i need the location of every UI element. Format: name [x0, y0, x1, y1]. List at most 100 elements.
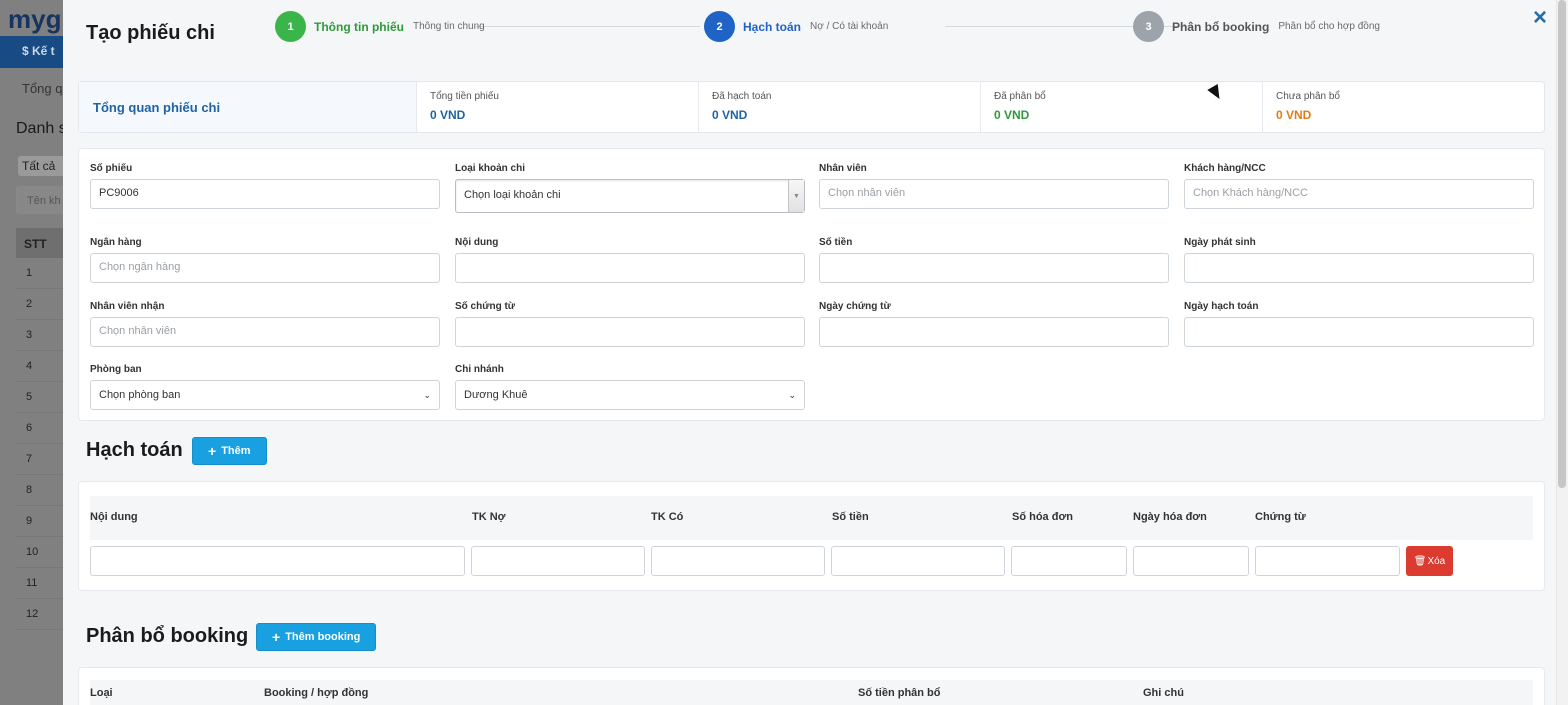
- field-khach-hang: Khách hàng/NCC Chọn Khách hàng/NCC: [1184, 163, 1534, 209]
- col-tk-co: TK Có: [651, 511, 684, 523]
- col-ngay-hoa-don: Ngày hóa đơn: [1133, 511, 1207, 523]
- overview-unallocated-label: Chưa phân bổ: [1276, 91, 1340, 102]
- ngay-phat-sinh-label: Ngày phát sinh: [1184, 237, 1256, 248]
- loai-khoan-chi-label: Loại khoản chi: [455, 163, 526, 174]
- loai-khoan-chi-value: Chọn loại khoản chi: [464, 189, 561, 201]
- field-so-phieu: Số phiếu PC9006: [90, 163, 440, 209]
- step-2-label: Hạch toán: [743, 19, 802, 34]
- delete-row-button[interactable]: 🗑 Xóa: [1406, 546, 1453, 576]
- khach-hang-input[interactable]: Chọn Khách hàng/NCC: [1184, 179, 1534, 209]
- ngan-hang-input[interactable]: Chọn ngân hàng: [90, 253, 440, 283]
- noi-dung-input[interactable]: [455, 253, 805, 283]
- row-tk-no-input[interactable]: [471, 546, 645, 576]
- noi-dung-label: Nội dung: [455, 237, 499, 248]
- ngay-hach-toan-input[interactable]: [1184, 317, 1534, 347]
- phong-ban-value: Chọn phòng ban: [99, 389, 181, 401]
- overview-panel: Tổng quan phiếu chi Tổng tiền phiếu 0 VN…: [78, 81, 1545, 133]
- phong-ban-select[interactable]: Chọn phòng ban ⌄: [90, 380, 440, 410]
- col-booking: Booking / hợp đồng: [264, 687, 369, 699]
- brand-logo: myg: [8, 4, 62, 34]
- chevron-down-icon: ⌄: [788, 389, 796, 400]
- field-chi-nhanh: Chi nhánh Dương Khuê ⌄: [455, 364, 805, 410]
- khach-hang-label: Khách hàng/NCC: [1184, 163, 1266, 174]
- chevron-down-icon: ⌄: [423, 389, 431, 400]
- overview-accounted: Đã hạch toán 0 VND: [699, 82, 981, 132]
- hach-toan-title: Hạch toán: [86, 439, 183, 461]
- step-3-circle: 3: [1133, 11, 1164, 42]
- nhan-vien-input[interactable]: Chọn nhân viên: [819, 179, 1169, 209]
- overview-title: Tổng quan phiếu chi: [79, 82, 417, 132]
- field-phong-ban: Phòng ban Chọn phòng ban ⌄: [90, 364, 440, 410]
- so-phieu-input[interactable]: PC9006: [90, 179, 440, 209]
- accounting-table-header: Nội dung TK Nợ TK Có Số tiền Số hóa đơn …: [90, 496, 1533, 540]
- chi-nhanh-value: Dương Khuê: [464, 389, 528, 401]
- phan-bo-title: Phân bổ booking: [86, 625, 249, 647]
- chi-nhanh-select[interactable]: Dương Khuê ⌄: [455, 380, 805, 410]
- so-tien-label: Số tiền: [819, 237, 853, 248]
- field-so-tien: Số tiền: [819, 237, 1169, 283]
- so-chung-tu-input[interactable]: [455, 317, 805, 347]
- ngay-phat-sinh-input[interactable]: [1184, 253, 1534, 283]
- stepper: 1 Thông tin phiếu Thông tin chung 2 Hạch…: [275, 11, 1395, 43]
- so-phieu-label: Số phiếu: [90, 163, 133, 174]
- modal-title: Tạo phiếu chi: [86, 22, 215, 44]
- overview-unallocated-value: 0 VND: [1276, 108, 1312, 122]
- modal-scrollbar-thumb[interactable]: [1558, 0, 1566, 488]
- booking-table-header: Loại Booking / hợp đồng Số tiền phân bổ …: [90, 680, 1533, 705]
- field-so-chung-tu: Số chứng từ: [455, 301, 805, 347]
- field-noi-dung: Nội dung: [455, 237, 805, 283]
- step-2-sub: Nợ / Có tài khoản: [810, 21, 889, 32]
- add-accounting-button[interactable]: + Thêm: [192, 437, 267, 465]
- col-ghi-chu: Ghi chú: [1143, 687, 1184, 699]
- field-nhan-vien: Nhân viên Chọn nhân viên: [819, 163, 1169, 209]
- nav-item-ke-toan[interactable]: $ Kế t: [22, 44, 55, 58]
- overview-allocated-value: 0 VND: [994, 108, 1030, 122]
- field-nhan-vien-nhan: Nhân viên nhận Chọn nhân viên: [90, 301, 440, 347]
- nhan-vien-label: Nhân viên: [819, 163, 867, 174]
- nhan-vien-nhan-input[interactable]: Chọn nhân viên: [90, 317, 440, 347]
- field-ngay-chung-tu: Ngày chứng từ: [819, 301, 1169, 347]
- step-3[interactable]: 3 Phân bổ booking Phân bổ cho hợp đồng: [1133, 11, 1380, 42]
- phong-ban-label: Phòng ban: [90, 364, 142, 375]
- add-booking-button[interactable]: + Thêm booking: [256, 623, 377, 651]
- stepper-connector: [475, 26, 700, 27]
- row-chung-tu-input[interactable]: [1255, 546, 1400, 576]
- close-icon[interactable]: ×: [1533, 4, 1547, 32]
- ngay-chung-tu-input[interactable]: [819, 317, 1169, 347]
- col-chung-tu: Chứng từ: [1255, 511, 1306, 523]
- chevron-down-icon[interactable]: ▼: [788, 180, 804, 212]
- col-tk-no: TK Nợ: [472, 511, 506, 523]
- add-accounting-label: Thêm: [221, 445, 251, 457]
- ngay-hach-toan-label: Ngày hạch toán: [1184, 301, 1259, 312]
- row-so-hoa-don-input[interactable]: [1011, 546, 1127, 576]
- plus-icon: +: [208, 443, 217, 459]
- overview-accounted-value: 0 VND: [712, 108, 748, 122]
- overview-total-label: Tổng tiền phiếu: [430, 91, 499, 102]
- row-tk-co-input[interactable]: [651, 546, 825, 576]
- trash-icon: 🗑: [1413, 555, 1427, 567]
- modal-scrollbar[interactable]: [1556, 0, 1568, 705]
- step-2[interactable]: 2 Hạch toán Nợ / Có tài khoản: [704, 11, 888, 42]
- loai-khoan-chi-select[interactable]: Chọn loại khoản chi ▼: [455, 179, 805, 213]
- field-ngay-hach-toan: Ngày hạch toán: [1184, 301, 1534, 347]
- step-1-circle: 1: [275, 11, 306, 42]
- row-noi-dung-input[interactable]: [90, 546, 465, 576]
- col-so-hoa-don: Số hóa đơn: [1012, 511, 1073, 523]
- overview-total: Tổng tiền phiếu 0 VND: [417, 82, 699, 132]
- step-1-label: Thông tin phiếu: [314, 19, 404, 34]
- overview-unallocated: Chưa phân bổ 0 VND: [1263, 82, 1544, 132]
- so-tien-input[interactable]: [819, 253, 1169, 283]
- overview-accounted-label: Đã hạch toán: [712, 91, 772, 102]
- chi-nhanh-label: Chi nhánh: [455, 364, 504, 375]
- col-loai: Loại: [90, 687, 113, 699]
- step-3-label: Phân bổ booking: [1172, 19, 1270, 34]
- so-chung-tu-label: Số chứng từ: [455, 301, 516, 312]
- overview-total-value: 0 VND: [430, 108, 466, 122]
- col-so-tien-phan-bo: Số tiền phân bổ: [858, 687, 941, 699]
- row-ngay-hoa-don-input[interactable]: [1133, 546, 1249, 576]
- step-1[interactable]: 1 Thông tin phiếu Thông tin chung: [275, 11, 485, 42]
- step-2-circle: 2: [704, 11, 735, 42]
- ngay-chung-tu-label: Ngày chứng từ: [819, 301, 891, 312]
- row-so-tien-input[interactable]: [831, 546, 1005, 576]
- field-loai-khoan-chi: Loại khoản chi Chọn loại khoản chi ▼: [455, 163, 805, 213]
